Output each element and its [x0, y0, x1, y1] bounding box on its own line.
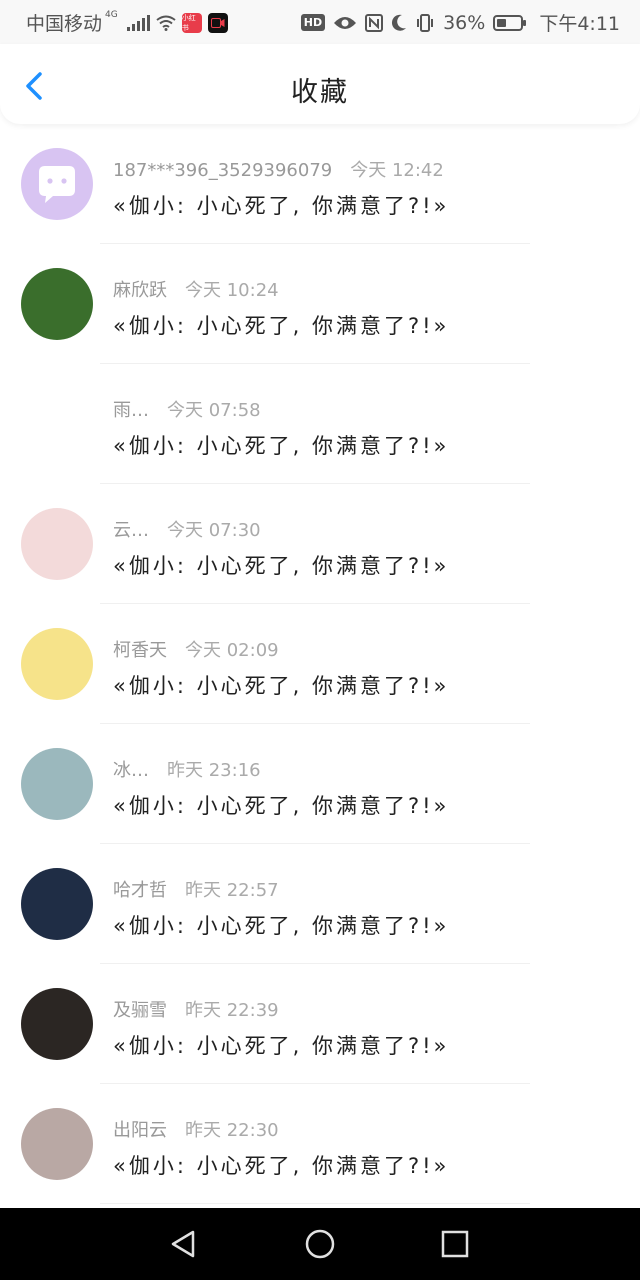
- timestamp: 今天 10:24: [185, 280, 279, 301]
- avatar[interactable]: [21, 268, 93, 340]
- timestamp: 昨天 22:30: [185, 1120, 279, 1141]
- item-meta: 麻欣跃 今天 10:24: [113, 276, 279, 302]
- timestamp: 今天 07:58: [167, 400, 261, 421]
- item-meta: 冰… 昨天 23:16: [113, 756, 261, 782]
- message-text: «伽小: 小心死了, 你满意了?!»: [113, 434, 450, 458]
- message-text: «伽小: 小心死了, 你满意了?!»: [113, 794, 450, 818]
- status-left: 中国移动 4G 小红书: [26, 9, 228, 36]
- user-name: 出阳云: [113, 1120, 167, 1141]
- message-text: «伽小: 小心死了, 你满意了?!»: [113, 1154, 450, 1178]
- battery-percent: 36%: [443, 11, 486, 34]
- avatar[interactable]: [21, 628, 93, 700]
- favorite-item[interactable]: 哈才哲 昨天 22:57 «伽小: 小心死了, 你满意了?!»: [0, 844, 640, 964]
- carrier-label: 中国移动: [26, 13, 103, 35]
- wifi-icon: [156, 15, 176, 31]
- hd-badge: HD: [300, 14, 326, 31]
- avatar[interactable]: [21, 988, 93, 1060]
- triangle-back-icon[interactable]: [165, 1226, 201, 1262]
- user-name: 冰…: [113, 760, 149, 781]
- favorites-list: 187***396_3529396079 今天 12:42 «伽小: 小心死了, 你…: [0, 124, 640, 1204]
- message-text: «伽小: 小心死了, 你满意了?!»: [113, 674, 450, 698]
- timestamp: 今天 02:09: [185, 640, 279, 661]
- timestamp: 今天 07:30: [167, 520, 261, 541]
- nfc-icon: [365, 13, 384, 32]
- user-name: 柯香天: [113, 640, 167, 661]
- vibrate-icon: [417, 13, 434, 32]
- item-meta: 雨… 今天 07:58: [113, 396, 261, 422]
- timestamp: 今天 12:42: [350, 160, 444, 181]
- clock: 下午4:11: [539, 13, 620, 35]
- navigation-bar: [0, 1208, 640, 1280]
- message-text: «伽小: 小心死了, 你满意了?!»: [113, 1034, 450, 1058]
- status-bar: 中国移动 4G 小红书 HD 36% 下午4:11: [0, 0, 640, 44]
- avatar[interactable]: [21, 868, 93, 940]
- moon-icon: [392, 14, 407, 31]
- avatar[interactable]: [21, 148, 93, 220]
- favorite-item[interactable]: 出阳云 昨天 22:30 «伽小: 小心死了, 你满意了?!»: [0, 1084, 640, 1204]
- square-recent-icon[interactable]: [437, 1226, 473, 1262]
- message-text: «伽小: 小心死了, 你满意了?!»: [113, 554, 450, 578]
- user-name: 187***396_3529396079: [113, 160, 333, 181]
- favorite-item[interactable]: 及骊雪 昨天 22:39 «伽小: 小心死了, 你满意了?!»: [0, 964, 640, 1084]
- favorite-item[interactable]: 187***396_3529396079 今天 12:42 «伽小: 小心死了, 你…: [0, 124, 640, 244]
- message-text: «伽小: 小心死了, 你满意了?!»: [113, 314, 450, 338]
- divider: [100, 1203, 530, 1204]
- favorite-item[interactable]: 冰… 昨天 23:16 «伽小: 小心死了, 你满意了?!»: [0, 724, 640, 844]
- message-text: «伽小: 小心死了, 你满意了?!»: [113, 914, 450, 938]
- timestamp: 昨天 22:57: [185, 880, 279, 901]
- user-name: 及骊雪: [113, 1000, 167, 1021]
- avatar[interactable]: [21, 388, 93, 460]
- message-text: «伽小: 小心死了, 你满意了?!»: [113, 194, 450, 218]
- item-meta: 及骊雪 昨天 22:39: [113, 996, 279, 1022]
- item-meta: 哈才哲 昨天 22:57: [113, 876, 279, 902]
- user-name: 雨…: [113, 400, 149, 421]
- page-title: 收藏: [291, 77, 349, 108]
- favorite-item[interactable]: 柯香天 今天 02:09 «伽小: 小心死了, 你满意了?!»: [0, 604, 640, 724]
- avatar[interactable]: [21, 748, 93, 820]
- timestamp: 昨天 23:16: [167, 760, 261, 781]
- avatar[interactable]: [21, 1108, 93, 1180]
- chat-bubble-icon: [39, 166, 75, 203]
- user-name: 哈才哲: [113, 880, 167, 901]
- status-right: HD 36% 下午4:11: [300, 9, 620, 36]
- circle-home-icon[interactable]: [302, 1226, 338, 1262]
- battery-icon: [493, 14, 527, 31]
- timestamp: 昨天 22:39: [185, 1000, 279, 1021]
- item-meta: 柯香天 今天 02:09: [113, 636, 279, 662]
- favorite-item[interactable]: 麻欣跃 今天 10:24 «伽小: 小心死了, 你满意了?!»: [0, 244, 640, 364]
- item-meta: 云… 今天 07:30: [113, 516, 261, 542]
- item-meta: 出阳云 昨天 22:30: [113, 1116, 279, 1142]
- header: 收藏: [0, 44, 640, 124]
- eye-icon: [334, 16, 357, 29]
- signal-icon: [126, 14, 150, 31]
- network-type: 4G: [105, 9, 118, 20]
- favorite-item[interactable]: 云… 今天 07:30 «伽小: 小心死了, 你满意了?!»: [0, 484, 640, 604]
- favorite-item[interactable]: 雨… 今天 07:58 «伽小: 小心死了, 你满意了?!»: [0, 364, 640, 484]
- user-name: 云…: [113, 520, 149, 541]
- item-meta: 187***396_3529396079 今天 12:42: [113, 156, 444, 182]
- video-record-icon: [207, 12, 228, 33]
- user-name: 麻欣跃: [113, 280, 167, 301]
- xiaohongshu-app-icon: 小红书: [181, 12, 202, 33]
- avatar[interactable]: [21, 508, 93, 580]
